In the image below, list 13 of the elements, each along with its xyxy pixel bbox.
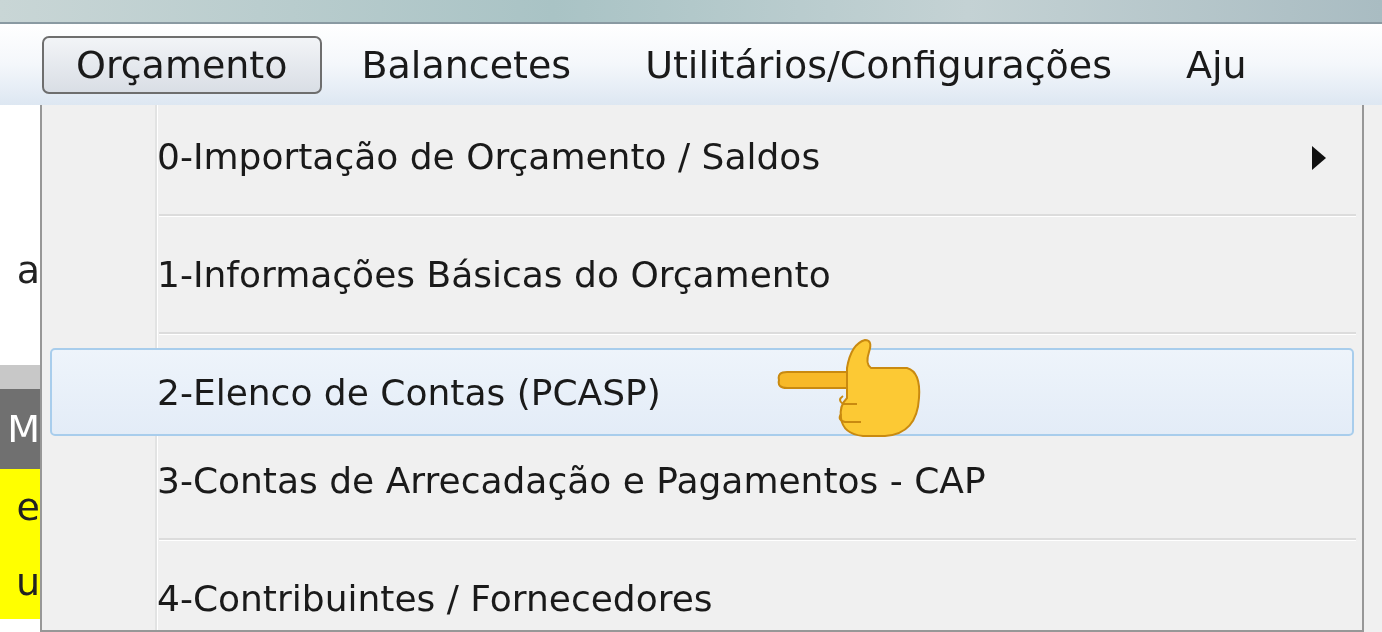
menu-item[interactable]: 4-Contribuintes / Fornecedores [50,554,1354,632]
background-text: M [0,365,40,469]
menu-item[interactable]: 0-Importação de Orçamento / Saldos [50,112,1354,200]
pointing-hand-icon [777,338,923,438]
background-text: e [0,469,40,544]
background-text: u [0,544,40,619]
menu-bar-item[interactable]: Aju [1152,35,1281,94]
menu-bar-item[interactable]: Balancetes [327,35,606,94]
menu-item[interactable]: 2-Elenco de Contas (PCASP) [50,348,1354,436]
menu-bar-item[interactable]: Utilitários/Configurações [611,35,1146,94]
menu-bar-item[interactable]: Orçamento [42,35,322,94]
menu-item[interactable]: 3-Contas de Arrecadação e Pagamentos - CAP [50,436,1354,524]
menu-item[interactable]: 1-Informações Básicas do Orçamento [50,230,1354,318]
